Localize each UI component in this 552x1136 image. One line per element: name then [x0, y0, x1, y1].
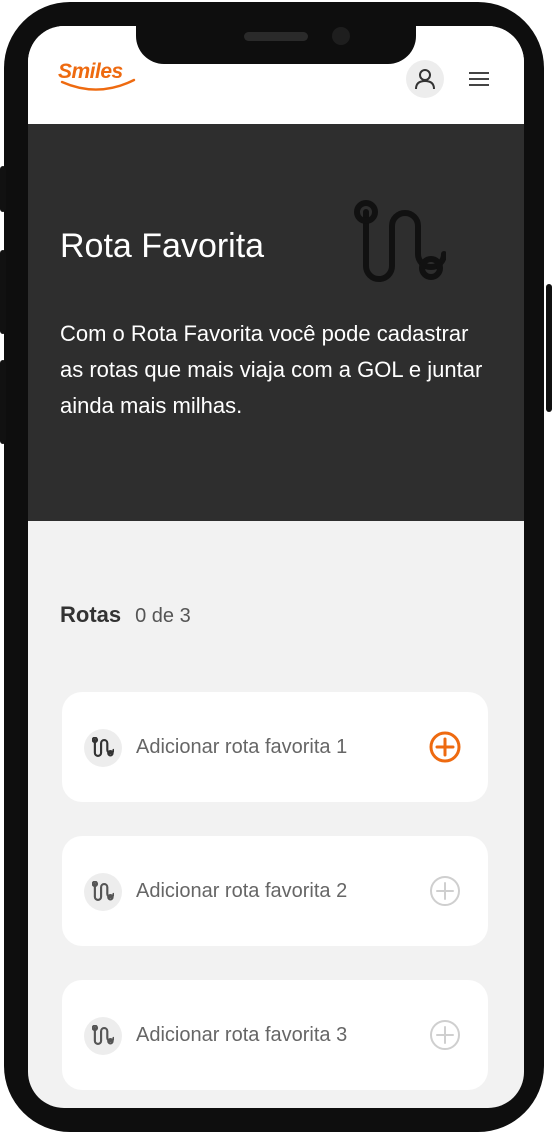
- plus-circle-icon: [429, 731, 461, 763]
- smiles-logo[interactable]: Smiles: [58, 60, 138, 96]
- phone-notch: [136, 26, 416, 64]
- front-camera: [332, 27, 350, 45]
- menu-button[interactable]: [466, 68, 492, 90]
- logo-swoosh-icon: [60, 78, 136, 91]
- hamburger-icon: [469, 72, 489, 86]
- route-icon: [92, 1025, 114, 1045]
- speaker-grille: [244, 32, 308, 41]
- add-route-button-1[interactable]: [428, 730, 462, 764]
- routes-header: Rotas 0 de 3: [60, 602, 191, 628]
- hero-banner: Rota Favorita Com o Rota Favorita você p…: [28, 124, 524, 521]
- phone-power-button: [546, 284, 552, 412]
- add-route-button-2[interactable]: [428, 874, 462, 908]
- profile-button[interactable]: [406, 60, 444, 98]
- phone-volume-down-button: [0, 360, 6, 444]
- routes-title: Rotas: [60, 602, 122, 627]
- route-card-1[interactable]: Adicionar rota favorita 1: [62, 692, 488, 802]
- route-icon: [354, 200, 446, 282]
- route-card-3[interactable]: Adicionar rota favorita 3: [62, 980, 488, 1090]
- route-icon-badge: [84, 1017, 122, 1055]
- routes-count: 0 de 3: [135, 605, 191, 627]
- page-title: Rota Favorita: [60, 227, 265, 265]
- user-icon: [415, 69, 435, 90]
- hero-description: Com o Rota Favorita você pode cadastrar …: [60, 321, 483, 418]
- add-route-button-3[interactable]: [428, 1018, 462, 1052]
- route-icon: [92, 881, 114, 901]
- phone-mute-switch: [0, 166, 6, 212]
- plus-circle-icon: [430, 876, 460, 906]
- route-card-label: Adicionar rota favorita 1: [136, 736, 348, 758]
- route-icon: [92, 737, 114, 757]
- route-icon-badge: [84, 729, 122, 767]
- phone-volume-up-button: [0, 250, 6, 334]
- plus-circle-icon: [430, 1020, 460, 1050]
- route-card-label: Adicionar rota favorita 2: [136, 880, 348, 902]
- phone-screen: Smiles Rota Favorita Com o Rota Favorita…: [28, 26, 524, 1108]
- route-card-label: Adicionar rota favorita 3: [136, 1024, 348, 1046]
- route-card-2[interactable]: Adicionar rota favorita 2: [62, 836, 488, 946]
- route-icon-badge: [84, 873, 122, 911]
